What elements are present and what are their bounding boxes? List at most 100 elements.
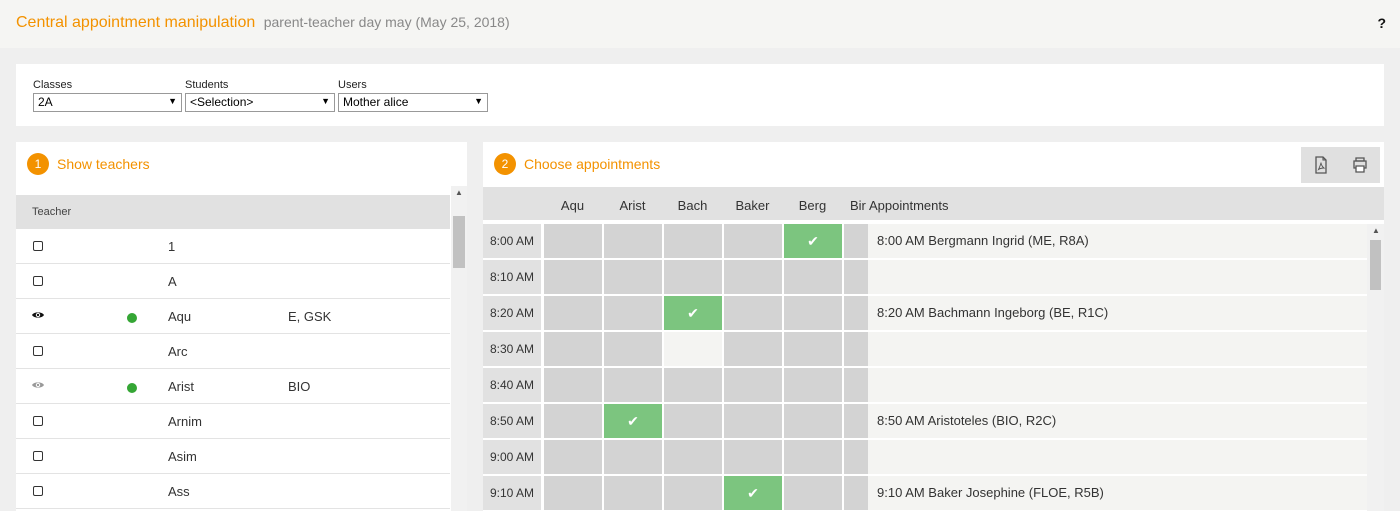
- teacher-row[interactable]: 1: [16, 229, 450, 264]
- slot-cell[interactable]: [664, 368, 722, 402]
- slot-cell[interactable]: [664, 404, 722, 438]
- page-title-text: Central appointment manipulation: [16, 14, 256, 31]
- slot-cell[interactable]: [784, 368, 842, 402]
- teacher-column-header[interactable]: Bach: [664, 198, 721, 213]
- slot-cell[interactable]: [604, 332, 662, 366]
- slot-cell[interactable]: [664, 260, 722, 294]
- teacher-row[interactable]: Arist BIO: [16, 369, 450, 404]
- scrollbar-thumb[interactable]: [1370, 240, 1381, 290]
- scroll-up-icon[interactable]: ▲: [1372, 226, 1380, 235]
- slot-cell[interactable]: [604, 368, 662, 402]
- slot-cell[interactable]: [784, 440, 842, 474]
- teacher-column-header[interactable]: Aqu: [544, 198, 601, 213]
- help-button[interactable]: ?: [1377, 15, 1386, 31]
- slot-cell[interactable]: [544, 332, 602, 366]
- slot-cell[interactable]: [544, 404, 602, 438]
- booked-slot-cell[interactable]: ✔: [664, 296, 722, 330]
- slot-cell[interactable]: [724, 224, 782, 258]
- teacher-row[interactable]: Arnim: [16, 404, 450, 439]
- slot-cell[interactable]: [784, 476, 842, 510]
- teacher-name: Arc: [168, 344, 188, 359]
- users-label: Users: [338, 79, 367, 91]
- teacher-column-header[interactable]: Baker: [724, 198, 781, 213]
- teacher-column-header[interactable]: Bir: [844, 198, 868, 213]
- teacher-row[interactable]: Asim: [16, 439, 450, 474]
- slot-cell[interactable]: [844, 260, 868, 294]
- teachers-scrollbar[interactable]: ▲: [451, 186, 467, 511]
- slot-cell[interactable]: [664, 476, 722, 510]
- slot-cell[interactable]: [544, 440, 602, 474]
- slot-cell[interactable]: [844, 296, 868, 330]
- slot-cell[interactable]: [724, 368, 782, 402]
- slot-cell[interactable]: [544, 476, 602, 510]
- checkbox[interactable]: [33, 416, 43, 426]
- checkbox[interactable]: [33, 451, 43, 461]
- booked-slot-cell[interactable]: ✔: [784, 224, 842, 258]
- slot-cell[interactable]: [784, 332, 842, 366]
- booked-slot-cell[interactable]: ✔: [604, 404, 662, 438]
- teacher-row[interactable]: A: [16, 264, 450, 299]
- slot-cell[interactable]: [544, 368, 602, 402]
- time-slot-row: 8:20 AM ✔ 8:20 AM Bachmann Ingeborg (BE, R…: [483, 296, 1367, 332]
- appointment-entry[interactable]: [868, 332, 1367, 366]
- teacher-row[interactable]: Ass: [16, 474, 450, 509]
- appointments-scrollbar[interactable]: ▲: [1367, 224, 1384, 511]
- teacher-row[interactable]: Arc: [16, 334, 450, 369]
- appointment-entry[interactable]: [868, 260, 1367, 294]
- print-button[interactable]: [1350, 154, 1370, 176]
- slot-cell[interactable]: [784, 296, 842, 330]
- appointment-entry[interactable]: 8:20 AM Bachmann Ingeborg (BE, R1C): [868, 296, 1367, 330]
- teacher-column-header[interactable]: Arist: [604, 198, 661, 213]
- classes-select[interactable]: 2A ▼: [33, 93, 182, 112]
- teacher-row[interactable]: Aqu E, GSK: [16, 299, 450, 334]
- slot-cell[interactable]: [844, 404, 868, 438]
- teachers-panel-title[interactable]: Show teachers: [57, 156, 150, 172]
- slot-cell[interactable]: [724, 260, 782, 294]
- free-slot-cell[interactable]: [664, 332, 722, 366]
- slot-cell[interactable]: [544, 224, 602, 258]
- checkbox[interactable]: [33, 276, 43, 286]
- slot-cell[interactable]: [724, 440, 782, 474]
- scroll-up-icon[interactable]: ▲: [455, 188, 463, 197]
- slot-cell[interactable]: [544, 260, 602, 294]
- appointment-entry[interactable]: 9:10 AM Baker Josephine (FLOE, R5B): [868, 476, 1367, 510]
- time-label: 8:00 AM: [483, 224, 541, 258]
- appointments-panel: 2 Choose appointments Aqu Arist Bach Baker B…: [483, 142, 1384, 511]
- users-select[interactable]: Mother alice ▼: [338, 93, 488, 112]
- slot-cell[interactable]: [604, 476, 662, 510]
- appointment-entry[interactable]: 8:50 AM Aristoteles (BIO, R2C): [868, 404, 1367, 438]
- checkbox[interactable]: [33, 346, 43, 356]
- slot-cell[interactable]: [844, 440, 868, 474]
- appointment-entry[interactable]: [868, 440, 1367, 474]
- pdf-export-button[interactable]: [1311, 154, 1331, 176]
- dropdown-arrow-icon: ▼: [474, 96, 483, 106]
- slot-cell[interactable]: [604, 224, 662, 258]
- students-label: Students: [185, 79, 229, 91]
- checkbox[interactable]: [33, 241, 43, 251]
- eye-icon[interactable]: [31, 378, 45, 393]
- slot-cell[interactable]: [544, 296, 602, 330]
- slot-cell[interactable]: [844, 368, 868, 402]
- appointment-entry[interactable]: [868, 368, 1367, 402]
- eye-icon[interactable]: [31, 308, 45, 323]
- slot-cell[interactable]: [724, 404, 782, 438]
- scrollbar-thumb[interactable]: [453, 216, 465, 268]
- slot-cell[interactable]: [604, 260, 662, 294]
- slot-cell[interactable]: [724, 332, 782, 366]
- slot-cell[interactable]: [664, 224, 722, 258]
- slot-cell[interactable]: [724, 296, 782, 330]
- teacher-column-header[interactable]: Teacher: [16, 195, 450, 229]
- slot-cell[interactable]: [844, 332, 868, 366]
- students-select[interactable]: <Selection> ▼: [185, 93, 335, 112]
- teacher-column-header[interactable]: Berg: [784, 198, 841, 213]
- slot-cell[interactable]: [784, 404, 842, 438]
- slot-cell[interactable]: [604, 440, 662, 474]
- checkbox[interactable]: [33, 486, 43, 496]
- appointment-entry[interactable]: 8:00 AM Bergmann Ingrid (ME, R8A): [868, 224, 1367, 258]
- slot-cell[interactable]: [844, 476, 868, 510]
- booked-slot-cell[interactable]: ✔: [724, 476, 782, 510]
- slot-cell[interactable]: [784, 260, 842, 294]
- slot-cell[interactable]: [664, 440, 722, 474]
- slot-cell[interactable]: [844, 224, 868, 258]
- slot-cell[interactable]: [604, 296, 662, 330]
